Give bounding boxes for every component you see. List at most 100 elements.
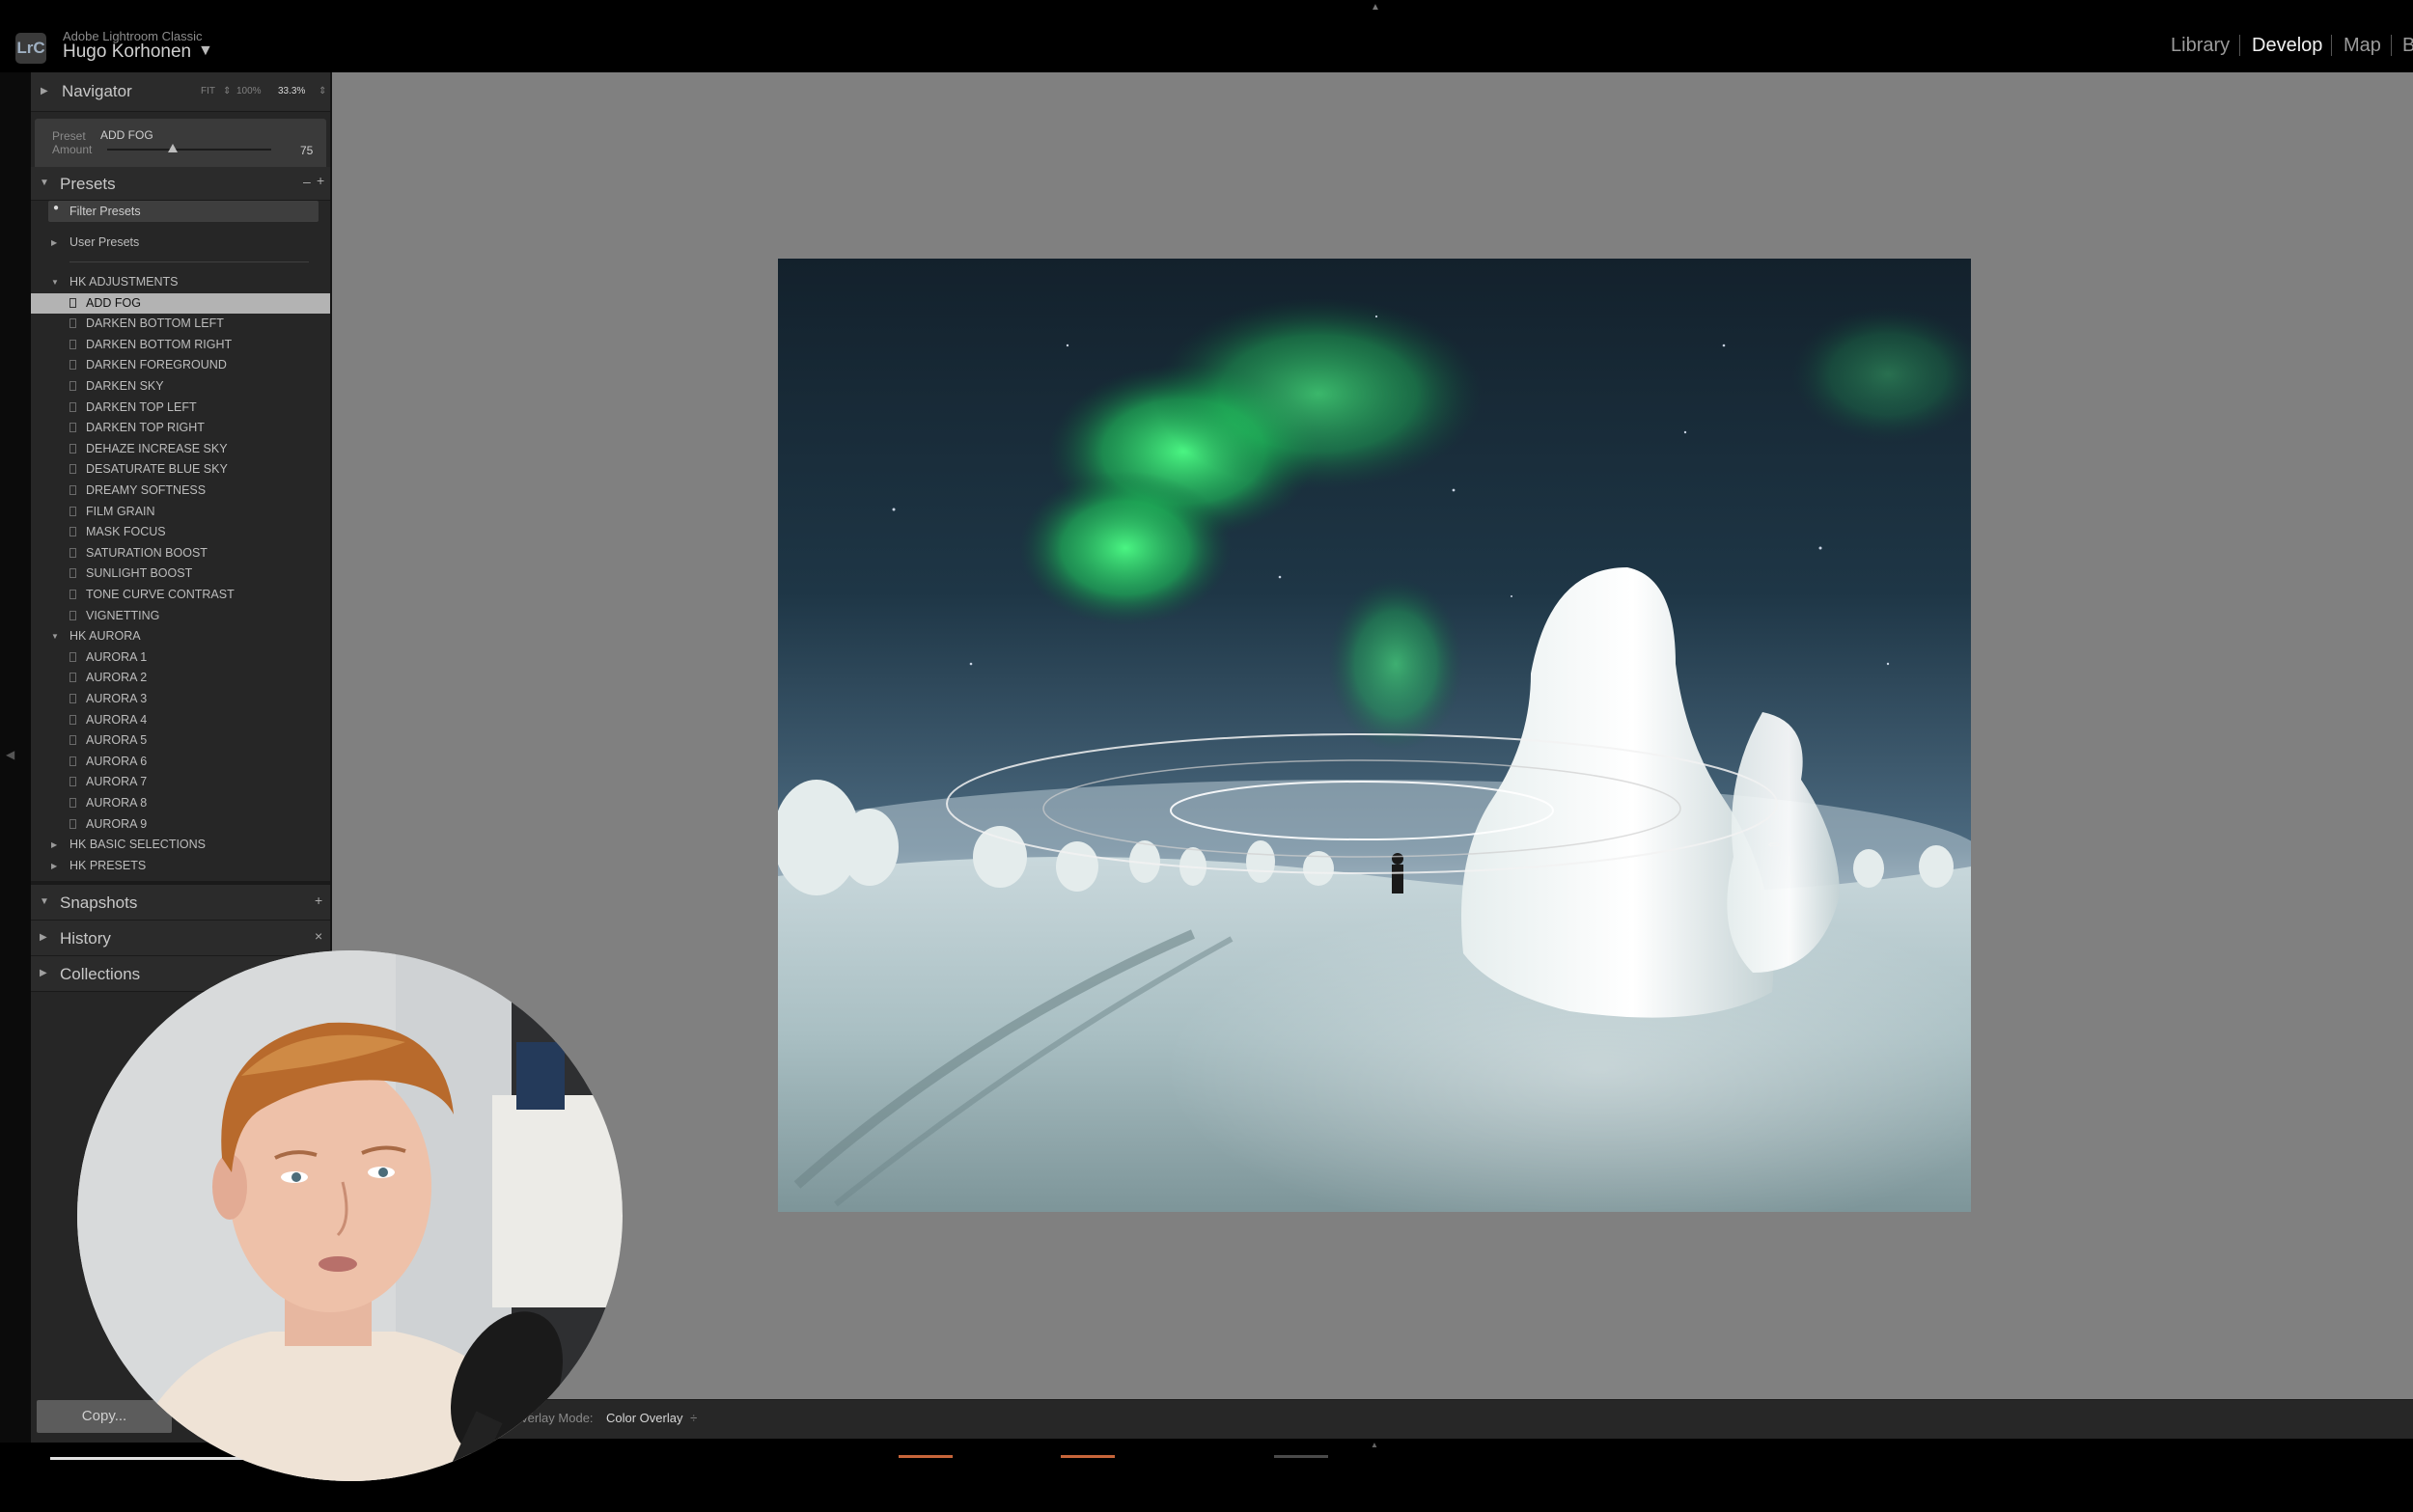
expand-triangle-icon[interactable]: ▼ [40, 178, 49, 188]
preset-file-icon [69, 464, 76, 475]
amount-slider-track[interactable] [107, 149, 271, 151]
preset-file-icon [69, 818, 76, 829]
filmstrip-marker [899, 1455, 953, 1458]
preset-group[interactable]: ▶ HK BASIC SELECTIONS [31, 835, 330, 855]
preset-group-label: HK ADJUSTMENTS [69, 275, 179, 289]
preset-group-label: HK BASIC SELECTIONS [69, 838, 207, 852]
preset-item[interactable]: DARKEN FOREGROUND [31, 355, 330, 375]
module-library[interactable]: Library [2171, 35, 2230, 57]
history-title: History [60, 929, 111, 948]
add-snapshot-button[interactable]: + [315, 893, 322, 908]
preset-item-label: DARKEN TOP LEFT [86, 399, 197, 414]
preset-item[interactable]: AURORA 6 [31, 752, 330, 772]
preset-item[interactable]: AURORA 5 [31, 730, 330, 751]
preset-file-icon [69, 547, 76, 558]
preset-file-icon [69, 610, 76, 620]
overlay-mode-value: Color Overlay [606, 1411, 683, 1425]
expand-triangle-icon[interactable]: ▼ [40, 896, 49, 907]
preset-item[interactable]: DARKEN BOTTOM RIGHT [31, 335, 330, 355]
amount-slider-thumb[interactable] [168, 144, 178, 152]
left-panel-toggle-icon[interactable]: ◀ [6, 748, 14, 761]
clear-history-button[interactable]: × [315, 928, 322, 944]
preset-item-label: DARKEN SKY [86, 379, 164, 393]
preset-item[interactable]: DARKEN BOTTOM LEFT [31, 314, 330, 334]
preset-item[interactable]: FILM GRAIN [31, 502, 330, 522]
zoom-100[interactable]: 100% [236, 86, 262, 96]
top-bar [0, 0, 2413, 72]
preset-item[interactable]: AURORA 2 [31, 668, 330, 688]
preset-file-icon [69, 339, 76, 349]
preset-item[interactable]: ADD FOG [31, 292, 330, 314]
preset-file-icon [69, 485, 76, 495]
module-develop[interactable]: Develop [2252, 35, 2322, 57]
preset-item[interactable]: AURORA 8 [31, 793, 330, 813]
preset-item[interactable]: SATURATION BOOST [31, 543, 330, 564]
collapse-triangle-icon[interactable]: ▶ [40, 932, 47, 943]
collapse-triangle-icon[interactable]: ▶ [51, 856, 57, 876]
snapshots-header[interactable]: ▼ Snapshots + [31, 885, 330, 921]
snapshots-title: Snapshots [60, 893, 138, 912]
user-presets-group[interactable]: ▶ User Presets [31, 233, 330, 253]
preset-item[interactable]: MASK FOCUS [31, 522, 330, 542]
preset-file-icon [69, 756, 76, 766]
preset-group[interactable]: ▼ HK ADJUSTMENTS [31, 272, 330, 292]
expand-triangle-icon[interactable]: ▼ [51, 626, 59, 646]
module-book-truncated[interactable]: B [2402, 35, 2413, 57]
preset-item-label: AURORA 5 [86, 733, 148, 748]
expand-triangle-icon[interactable]: ▼ [51, 272, 59, 292]
preset-item[interactable]: DESATURATE BLUE SKY [31, 459, 330, 480]
zoom-fit[interactable]: FIT [201, 86, 215, 96]
amount-value[interactable]: 75 [300, 144, 313, 157]
preset-item[interactable]: DREAMY SOFTNESS [31, 481, 330, 501]
preset-item[interactable]: DARKEN TOP RIGHT [31, 418, 330, 438]
zoom-menu-icon[interactable]: ⇕ [319, 86, 326, 96]
preset-group[interactable]: ▶ HK PRESETS [31, 856, 330, 876]
aurora-snow-photo [778, 259, 1971, 1212]
filmstrip-scroll-thumb[interactable] [50, 1457, 243, 1460]
collections-title: Collections [60, 965, 141, 983]
collapse-triangle-icon[interactable]: ▶ [51, 233, 57, 253]
collapse-triangle-icon[interactable]: ▶ [51, 835, 57, 855]
history-header[interactable]: ▶ History × [31, 921, 330, 956]
remove-preset-button[interactable]: – [303, 174, 311, 189]
left-edge [0, 72, 31, 1443]
preset-file-icon [69, 590, 76, 599]
preset-item-label: AURORA 9 [86, 816, 148, 831]
preset-item[interactable]: DEHAZE INCREASE SKY [31, 439, 330, 459]
preset-item[interactable]: VIGNETTING [31, 606, 330, 626]
module-map[interactable]: Map [2344, 35, 2381, 57]
preset-item[interactable]: AURORA 3 [31, 689, 330, 709]
preset-label: Preset [52, 129, 86, 143]
zoom-stepper-icon[interactable]: ⇕ [223, 86, 231, 96]
preset-item[interactable]: AURORA 9 [31, 814, 330, 835]
copy-settings-button[interactable]: Copy... [37, 1400, 172, 1433]
preset-item-label: AURORA 3 [86, 692, 148, 705]
presets-header[interactable]: ▼ Presets – + [31, 167, 330, 201]
add-preset-button[interactable]: + [317, 173, 324, 188]
preset-item[interactable]: AURORA 7 [31, 772, 330, 792]
preset-item[interactable]: AURORA 1 [31, 647, 330, 668]
preset-group[interactable]: ▼ HK AURORA [31, 626, 330, 646]
preset-item[interactable]: AURORA 4 [31, 710, 330, 730]
filter-dot-icon: ● [53, 203, 60, 213]
module-divider [2331, 35, 2332, 56]
preset-item[interactable]: TONE CURVE CONTRAST [31, 585, 330, 605]
overlay-mode-select[interactable]: Color Overlay ÷ [606, 1411, 697, 1425]
preset-file-icon [69, 673, 76, 683]
collapse-triangle-icon[interactable]: ▶ [41, 86, 48, 96]
zoom-current[interactable]: 33.3% [278, 86, 305, 96]
preset-item[interactable]: DARKEN TOP LEFT [31, 398, 330, 418]
divider [69, 261, 309, 262]
preset-item-label: MASK FOCUS [86, 525, 166, 539]
photo-preview[interactable] [778, 259, 1971, 1212]
navigator-header[interactable]: ▶ Navigator FIT ⇕ 100% 33.3% ⇕ [31, 72, 330, 112]
preset-file-icon [69, 401, 76, 412]
preset-file-icon [69, 318, 76, 329]
preset-item[interactable]: SUNLIGHT BOOST [31, 564, 330, 584]
preset-item[interactable]: DARKEN SKY [31, 376, 330, 397]
identity-dropdown-icon[interactable]: ▼ [198, 42, 213, 60]
top-panel-toggle-icon[interactable]: ▲ [1371, 2, 1380, 13]
collapse-triangle-icon[interactable]: ▶ [40, 968, 47, 978]
identity-plate-user[interactable]: Hugo Korhonen [63, 41, 191, 63]
filter-presets-input[interactable]: ● Filter Presets [48, 201, 319, 222]
